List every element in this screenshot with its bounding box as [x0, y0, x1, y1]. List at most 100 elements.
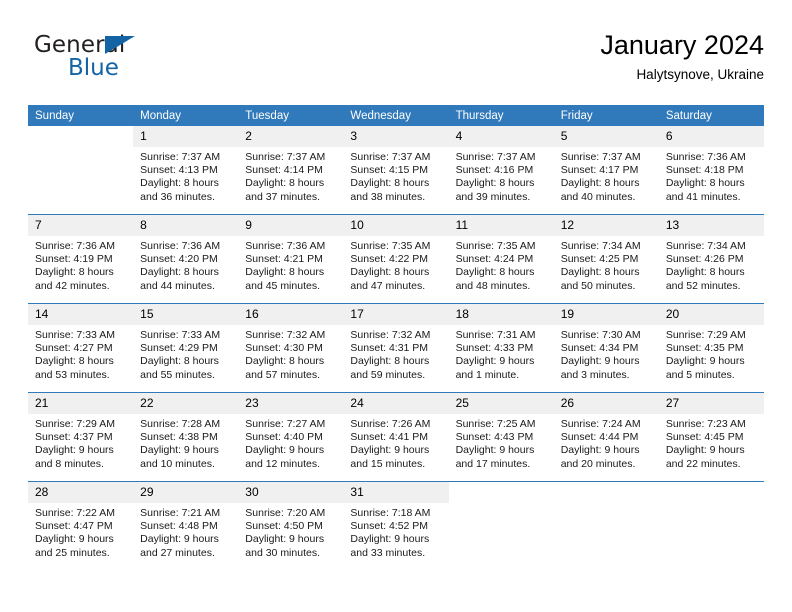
- day-number: 15: [133, 304, 239, 325]
- sunrise-text: Sunrise: 7:34 AM: [665, 240, 746, 252]
- day-cell[interactable]: 1 Sunrise: 7:37 AM Sunset: 4:13 PM Daylight…: [133, 126, 239, 214]
- daylight-text-line1: Daylight: 8 hours: [35, 355, 114, 368]
- day-number: 1: [133, 126, 239, 147]
- day-number: 4: [448, 126, 554, 147]
- calendar-cell: 5 Sunrise: 7:37 AM Sunset: 4:17 PM Daylight…: [553, 126, 659, 215]
- calendar-cell: 28 Sunrise: 7:22 AM Sunset: 4:47 PM Dayligh…: [28, 481, 134, 570]
- calendar-week-row: 7 Sunrise: 7:36 AM Sunset: 4:19 PM Daylight…: [28, 214, 764, 304]
- day-cell[interactable]: 31 Sunrise: 7:18 AM Sunset: 4:52 PM Dayligh…: [343, 482, 449, 570]
- day-cell[interactable]: 21 Sunrise: 7:29 AM Sunset: 4:37 PM Dayligh…: [28, 393, 134, 481]
- sunset-text: Sunset: 4:48 PM: [140, 520, 218, 533]
- day-sun-info: Sunrise: 7:35 AM Sunset: 4:24 PM Daylight:…: [449, 236, 554, 293]
- day-sun-info: Sunrise: 7:37 AM Sunset: 4:16 PM Daylight:…: [449, 147, 554, 204]
- calendar-cell: 6 Sunrise: 7:36 AM Sunset: 4:18 PM Daylight…: [658, 126, 764, 215]
- day-cell[interactable]: 20 Sunrise: 7:29 AM Sunset: 4:35 PM Dayligh…: [658, 304, 764, 392]
- daylight-text-line2: and 45 minutes.: [245, 279, 320, 292]
- day-cell[interactable]: 26 Sunrise: 7:24 AM Sunset: 4:44 PM Dayligh…: [553, 393, 659, 481]
- calendar-cell: 1 Sunrise: 7:37 AM Sunset: 4:13 PM Daylight…: [133, 126, 239, 215]
- sunset-text: Sunset: 4:30 PM: [245, 342, 323, 355]
- calendar-cell: 22 Sunrise: 7:28 AM Sunset: 4:38 PM Dayligh…: [133, 392, 239, 482]
- daylight-text-line1: Daylight: 9 hours: [35, 533, 114, 546]
- day-cell[interactable]: 19 Sunrise: 7:30 AM Sunset: 4:34 PM Dayligh…: [553, 304, 659, 392]
- general-blue-logo[interactable]: General Blue: [34, 32, 214, 88]
- day-number: 22: [133, 393, 239, 414]
- daylight-text-line1: Daylight: 8 hours: [140, 177, 219, 190]
- day-number: 23: [238, 393, 344, 414]
- daylight-text-line2: and 33 minutes.: [350, 546, 426, 559]
- daylight-text-line2: and 44 minutes.: [140, 279, 215, 292]
- day-number: 6: [658, 126, 764, 147]
- daylight-text-line1: Daylight: 8 hours: [245, 177, 325, 190]
- day-number: 9: [238, 215, 344, 236]
- day-cell[interactable]: 11 Sunrise: 7:35 AM Sunset: 4:24 PM Dayligh…: [448, 215, 554, 303]
- day-cell-empty: [448, 482, 554, 570]
- sunrise-text: Sunrise: 7:33 AM: [140, 329, 221, 341]
- day-cell[interactable]: 24 Sunrise: 7:26 AM Sunset: 4:41 PM Dayligh…: [343, 393, 449, 481]
- daylight-text-line1: Daylight: 9 hours: [665, 444, 745, 457]
- day-sun-info: Sunrise: 7:22 AM Sunset: 4:47 PM Daylight:…: [28, 503, 133, 560]
- sunset-text: Sunset: 4:13 PM: [140, 164, 218, 177]
- calendar-cell: [658, 481, 764, 570]
- day-sun-info: Sunrise: 7:34 AM Sunset: 4:25 PM Daylight:…: [554, 236, 659, 293]
- day-cell-empty: [28, 126, 134, 214]
- day-cell[interactable]: 4 Sunrise: 7:37 AM Sunset: 4:16 PM Daylight…: [448, 126, 554, 214]
- daylight-text-line2: and 52 minutes.: [665, 279, 741, 292]
- daylight-text-line2: and 50 minutes.: [560, 279, 636, 292]
- day-cell[interactable]: 18 Sunrise: 7:31 AM Sunset: 4:33 PM Dayligh…: [448, 304, 554, 392]
- calendar-week-row: 28 Sunrise: 7:22 AM Sunset: 4:47 PM Dayligh…: [28, 481, 764, 570]
- daylight-text-line1: Daylight: 9 hours: [35, 444, 114, 457]
- day-cell[interactable]: 23 Sunrise: 7:27 AM Sunset: 4:40 PM Dayligh…: [238, 393, 344, 481]
- day-cell[interactable]: 17 Sunrise: 7:32 AM Sunset: 4:31 PM Dayligh…: [343, 304, 449, 392]
- daylight-text-line2: and 22 minutes.: [665, 457, 741, 470]
- calendar-cell: 12 Sunrise: 7:34 AM Sunset: 4:25 PM Dayligh…: [553, 214, 659, 304]
- sunrise-text: Sunrise: 7:36 AM: [245, 240, 326, 252]
- day-number: 27: [658, 393, 764, 414]
- calendar-cell: 14 Sunrise: 7:33 AM Sunset: 4:27 PM Dayligh…: [28, 303, 134, 393]
- daylight-text-line2: and 41 minutes.: [665, 190, 741, 203]
- calendar-body: 1 Sunrise: 7:37 AM Sunset: 4:13 PM Daylight…: [28, 126, 764, 570]
- daylight-text-line2: and 15 minutes.: [350, 457, 426, 470]
- day-cell[interactable]: 28 Sunrise: 7:22 AM Sunset: 4:47 PM Dayligh…: [28, 482, 134, 570]
- calendar-cell: 16 Sunrise: 7:32 AM Sunset: 4:30 PM Dayligh…: [238, 303, 344, 393]
- day-cell[interactable]: 8 Sunrise: 7:36 AM Sunset: 4:20 PM Daylight…: [133, 215, 239, 303]
- day-number: 7: [28, 215, 134, 236]
- day-cell[interactable]: 25 Sunrise: 7:25 AM Sunset: 4:43 PM Dayligh…: [448, 393, 554, 481]
- daylight-text-line1: Daylight: 9 hours: [245, 444, 325, 457]
- daylight-text-line2: and 1 minute.: [455, 368, 520, 381]
- day-cell[interactable]: 29 Sunrise: 7:21 AM Sunset: 4:48 PM Dayligh…: [133, 482, 239, 570]
- calendar-week-row: 1 Sunrise: 7:37 AM Sunset: 4:13 PM Daylight…: [28, 126, 764, 215]
- weekday-header-wednesday: Wednesday: [343, 105, 449, 126]
- day-cell[interactable]: 7 Sunrise: 7:36 AM Sunset: 4:19 PM Daylight…: [28, 215, 134, 303]
- day-number: [553, 482, 659, 503]
- daylight-text-line2: and 25 minutes.: [35, 546, 110, 559]
- sunrise-text: Sunrise: 7:36 AM: [35, 240, 115, 252]
- day-cell[interactable]: 13 Sunrise: 7:34 AM Sunset: 4:26 PM Dayligh…: [658, 215, 764, 303]
- day-cell[interactable]: 6 Sunrise: 7:36 AM Sunset: 4:18 PM Daylight…: [658, 126, 764, 214]
- day-cell[interactable]: 22 Sunrise: 7:28 AM Sunset: 4:38 PM Dayligh…: [133, 393, 239, 481]
- day-cell[interactable]: 15 Sunrise: 7:33 AM Sunset: 4:29 PM Dayligh…: [133, 304, 239, 392]
- daylight-text-line2: and 12 minutes.: [245, 457, 320, 470]
- day-sun-info: Sunrise: 7:26 AM Sunset: 4:41 PM Daylight:…: [343, 414, 448, 471]
- daylight-text-line1: Daylight: 9 hours: [350, 533, 430, 546]
- sunset-text: Sunset: 4:45 PM: [665, 431, 744, 444]
- day-cell[interactable]: 14 Sunrise: 7:33 AM Sunset: 4:27 PM Dayligh…: [28, 304, 134, 392]
- day-number: 28: [28, 482, 134, 503]
- sunrise-text: Sunrise: 7:36 AM: [140, 240, 221, 252]
- day-cell[interactable]: 12 Sunrise: 7:34 AM Sunset: 4:25 PM Dayligh…: [553, 215, 659, 303]
- calendar-cell: 23 Sunrise: 7:27 AM Sunset: 4:40 PM Dayligh…: [238, 392, 344, 482]
- day-cell[interactable]: 30 Sunrise: 7:20 AM Sunset: 4:50 PM Dayligh…: [238, 482, 344, 570]
- day-cell[interactable]: 16 Sunrise: 7:32 AM Sunset: 4:30 PM Dayligh…: [238, 304, 344, 392]
- day-cell[interactable]: 5 Sunrise: 7:37 AM Sunset: 4:17 PM Daylight…: [553, 126, 659, 214]
- day-number: 16: [238, 304, 344, 325]
- daylight-text-line2: and 47 minutes.: [350, 279, 426, 292]
- calendar-cell: 30 Sunrise: 7:20 AM Sunset: 4:50 PM Dayligh…: [238, 481, 344, 570]
- day-cell[interactable]: 10 Sunrise: 7:35 AM Sunset: 4:22 PM Dayligh…: [343, 215, 449, 303]
- day-cell[interactable]: 27 Sunrise: 7:23 AM Sunset: 4:45 PM Dayligh…: [658, 393, 764, 481]
- day-sun-info: Sunrise: 7:33 AM Sunset: 4:27 PM Daylight:…: [28, 325, 133, 382]
- sunset-text: Sunset: 4:29 PM: [140, 342, 218, 355]
- day-sun-info: Sunrise: 7:18 AM Sunset: 4:52 PM Daylight:…: [343, 503, 448, 560]
- day-cell[interactable]: 9 Sunrise: 7:36 AM Sunset: 4:21 PM Daylight…: [238, 215, 344, 303]
- day-cell[interactable]: 3 Sunrise: 7:37 AM Sunset: 4:15 PM Daylight…: [343, 126, 449, 214]
- day-cell[interactable]: 2 Sunrise: 7:37 AM Sunset: 4:14 PM Daylight…: [238, 126, 344, 214]
- sunrise-text: Sunrise: 7:27 AM: [245, 418, 326, 430]
